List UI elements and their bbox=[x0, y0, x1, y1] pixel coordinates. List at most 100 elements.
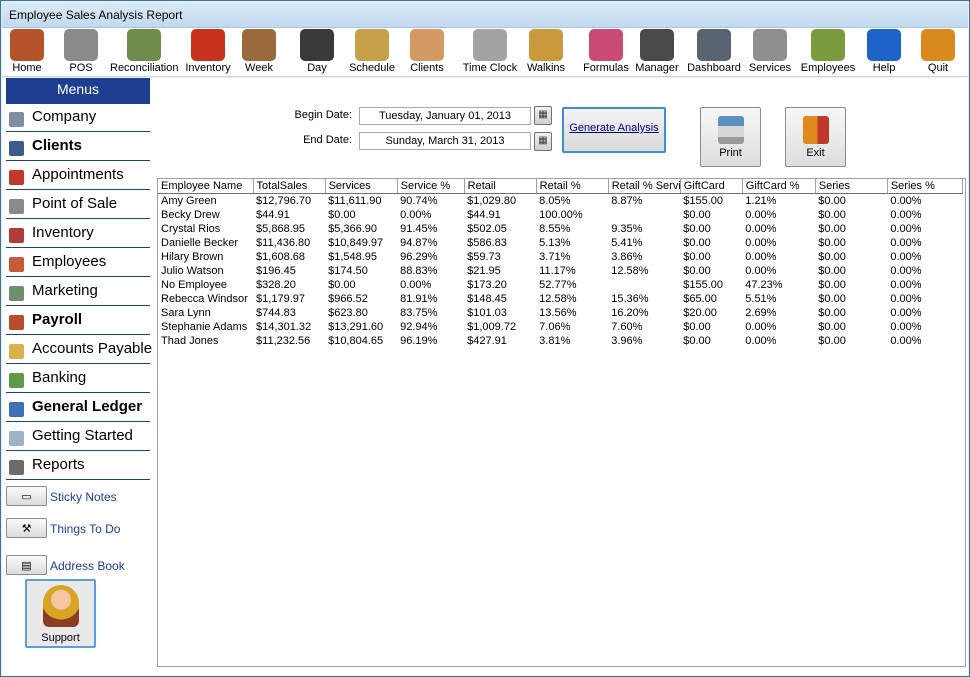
toolbar-pos-button[interactable]: POS bbox=[56, 28, 106, 77]
table-row[interactable]: Danielle Becker $11,436.80 $10,849.97 94.87… bbox=[158, 236, 963, 250]
toolbar-help-button[interactable]: Help bbox=[864, 28, 904, 77]
house-icon bbox=[10, 29, 44, 61]
things-to-do-button[interactable]: ⚒ bbox=[6, 518, 47, 538]
sidebar-item-appointments[interactable]: Appointments bbox=[6, 162, 150, 190]
toolbar-label: Help bbox=[872, 62, 896, 74]
toolbar-walkins-button[interactable]: Walkins bbox=[522, 28, 570, 77]
table-cell: 94.87% bbox=[400, 236, 438, 249]
toolbar-reconciliation-button[interactable]: Reconciliation bbox=[110, 28, 178, 77]
cash-register-icon bbox=[64, 29, 98, 61]
column-header[interactable]: Series % bbox=[887, 179, 964, 194]
table-row[interactable]: Becky Drew $44.91 $0.00 0.00% $44.91 100.00% $… bbox=[158, 208, 963, 222]
sidebar-item-label: Inventory bbox=[32, 224, 94, 241]
begin-calendar-icon[interactable]: ▦ bbox=[534, 106, 552, 125]
table-cell: 0.00% bbox=[890, 292, 922, 305]
toolbar-manager-button[interactable]: Manager bbox=[632, 28, 682, 77]
toolbar-label: Dashboard bbox=[687, 62, 741, 74]
toolbar-quit-button[interactable]: Quit bbox=[914, 28, 962, 77]
column-header[interactable]: Series bbox=[815, 179, 888, 194]
sidebar-item-point-of-sale[interactable]: Point of Sale bbox=[6, 191, 150, 219]
sidebar-item-employees[interactable]: Employees bbox=[6, 249, 150, 277]
sidebar-item-label: Point of Sale bbox=[32, 195, 118, 212]
table-cell: 8.05% bbox=[539, 194, 571, 207]
toolbar-time-clock-button[interactable]: Time Clock bbox=[458, 28, 522, 77]
column-header[interactable]: Services bbox=[325, 179, 398, 194]
toolbar-day-button[interactable]: Day bbox=[294, 28, 340, 77]
sales-table-grid[interactable]: Employee Name TotalSales Services Service %… bbox=[157, 178, 966, 667]
calendar-icon bbox=[9, 170, 24, 185]
column-header[interactable]: GiftCard % bbox=[742, 179, 816, 194]
table-row[interactable]: Sara Lynn $744.83 $623.80 83.75% $101.03 13.5… bbox=[158, 306, 963, 320]
table-cell: $0.00 bbox=[683, 236, 711, 249]
table-row[interactable]: Crystal Rios $5,868.95 $5,366.90 91.45% $502… bbox=[158, 222, 963, 236]
table-cell: 0.00% bbox=[400, 278, 432, 291]
column-header[interactable]: Retail % Servi bbox=[608, 179, 681, 194]
table-cell: 0.00% bbox=[890, 236, 922, 249]
table-row[interactable]: Amy Green $12,796.70 $11,611.90 90.74% $1,02… bbox=[158, 193, 963, 208]
table-row[interactable]: Stephanie Adams $14,301.32 $13,291.60 92.94… bbox=[158, 320, 963, 334]
boxes-icon bbox=[9, 228, 24, 243]
table-row[interactable]: Rebecca Windsor $1,179.97 $966.52 81.91% $14… bbox=[158, 292, 963, 306]
table-cell: 47.23% bbox=[745, 278, 783, 291]
toolbar-dashboard-button[interactable]: Dashboard bbox=[684, 28, 744, 77]
sidebar-item-getting-started[interactable]: Getting Started bbox=[6, 423, 150, 451]
sidebar-item-clients[interactable]: Clients bbox=[6, 133, 150, 161]
sticky-notes-button[interactable]: ▭ bbox=[6, 486, 47, 506]
toolbar-clients-button[interactable]: Clients bbox=[404, 28, 450, 77]
toolbar-schedule-button[interactable]: Schedule bbox=[344, 28, 400, 77]
sidebar-item-marketing[interactable]: Marketing bbox=[6, 278, 150, 306]
table-cell: $0.00 bbox=[683, 264, 711, 277]
table-cell: 52.77% bbox=[539, 278, 577, 291]
address-book-button[interactable]: ▤ bbox=[6, 555, 47, 575]
table-cell: Hilary Brown bbox=[161, 250, 224, 263]
sidebar-item-inventory[interactable]: Inventory bbox=[6, 220, 150, 248]
calendar-week-icon bbox=[242, 29, 276, 61]
print-button[interactable]: Print bbox=[700, 107, 761, 167]
table-cell: $427.91 bbox=[467, 334, 507, 347]
things-to-do-link[interactable]: Things To Do bbox=[50, 522, 120, 536]
sidebar-item-reports[interactable]: Reports bbox=[6, 452, 150, 480]
table-cell bbox=[608, 208, 680, 222]
table-cell: 3.81% bbox=[539, 334, 571, 347]
sidebar-item-general-ledger[interactable]: General Ledger bbox=[6, 394, 150, 422]
table-cell: $155.00 bbox=[683, 278, 723, 291]
begin-date-field[interactable]: Tuesday, January 01, 2013 bbox=[359, 107, 531, 125]
column-header[interactable]: Retail bbox=[464, 179, 537, 194]
column-header[interactable]: Retail % bbox=[536, 179, 609, 194]
sidebar-item-accounts-payable[interactable]: Accounts Payable bbox=[6, 336, 152, 364]
table-row[interactable]: No Employee $328.20 $0.00 0.00% $173.20 52.77… bbox=[158, 278, 963, 292]
table-cell: $13,291.60 bbox=[328, 320, 384, 333]
table-row[interactable]: Hilary Brown $1,608.68 $1,548.95 96.29% $59.… bbox=[158, 250, 963, 264]
table-cell: $623.80 bbox=[328, 306, 368, 319]
sidebar-item-company[interactable]: Company bbox=[6, 104, 150, 132]
table-cell: 100.00% bbox=[539, 208, 583, 221]
table-row[interactable]: Thad Jones $11,232.56 $10,804.65 96.19% $427… bbox=[158, 334, 963, 348]
toolbar-inventory-button[interactable]: Inventory bbox=[180, 28, 236, 77]
table-cell: 0.00% bbox=[890, 208, 922, 221]
support-button[interactable]: Support bbox=[25, 579, 96, 648]
address-book-link[interactable]: Address Book bbox=[50, 559, 125, 573]
table-cell: 8.55% bbox=[539, 222, 571, 235]
exit-button[interactable]: Exit bbox=[785, 107, 846, 167]
people-group-icon bbox=[811, 29, 845, 61]
toolbar-home-button[interactable]: Home bbox=[4, 28, 50, 77]
sticky-notes-link[interactable]: Sticky Notes bbox=[50, 490, 117, 504]
generate-analysis-button[interactable]: Generate Analysis bbox=[562, 107, 666, 153]
table-cell: 12.58% bbox=[539, 292, 577, 305]
column-header[interactable]: Service % bbox=[397, 179, 465, 194]
banknote-icon bbox=[9, 373, 24, 388]
toolbar-employees-button[interactable]: Employees bbox=[796, 28, 860, 77]
end-calendar-icon[interactable]: ▦ bbox=[534, 132, 552, 151]
column-header[interactable]: GiftCard bbox=[680, 179, 743, 194]
sidebar-item-payroll[interactable]: Payroll bbox=[6, 307, 150, 335]
toolbar-formulas-button[interactable]: Formulas bbox=[578, 28, 634, 77]
sidebar-item-banking[interactable]: Banking bbox=[6, 365, 150, 393]
end-date-field[interactable]: Sunday, March 31, 2013 bbox=[359, 132, 531, 150]
toolbar-services-button[interactable]: Services bbox=[746, 28, 794, 77]
table-cell: $12,796.70 bbox=[256, 194, 312, 207]
table-row[interactable]: Julio Watson $196.45 $174.50 88.83% $21.95 11… bbox=[158, 264, 963, 278]
column-header[interactable]: TotalSales bbox=[253, 179, 326, 194]
table-cell: 0.00% bbox=[400, 208, 432, 221]
column-header[interactable]: Employee Name bbox=[158, 179, 254, 194]
toolbar-week-button[interactable]: Week bbox=[236, 28, 282, 77]
